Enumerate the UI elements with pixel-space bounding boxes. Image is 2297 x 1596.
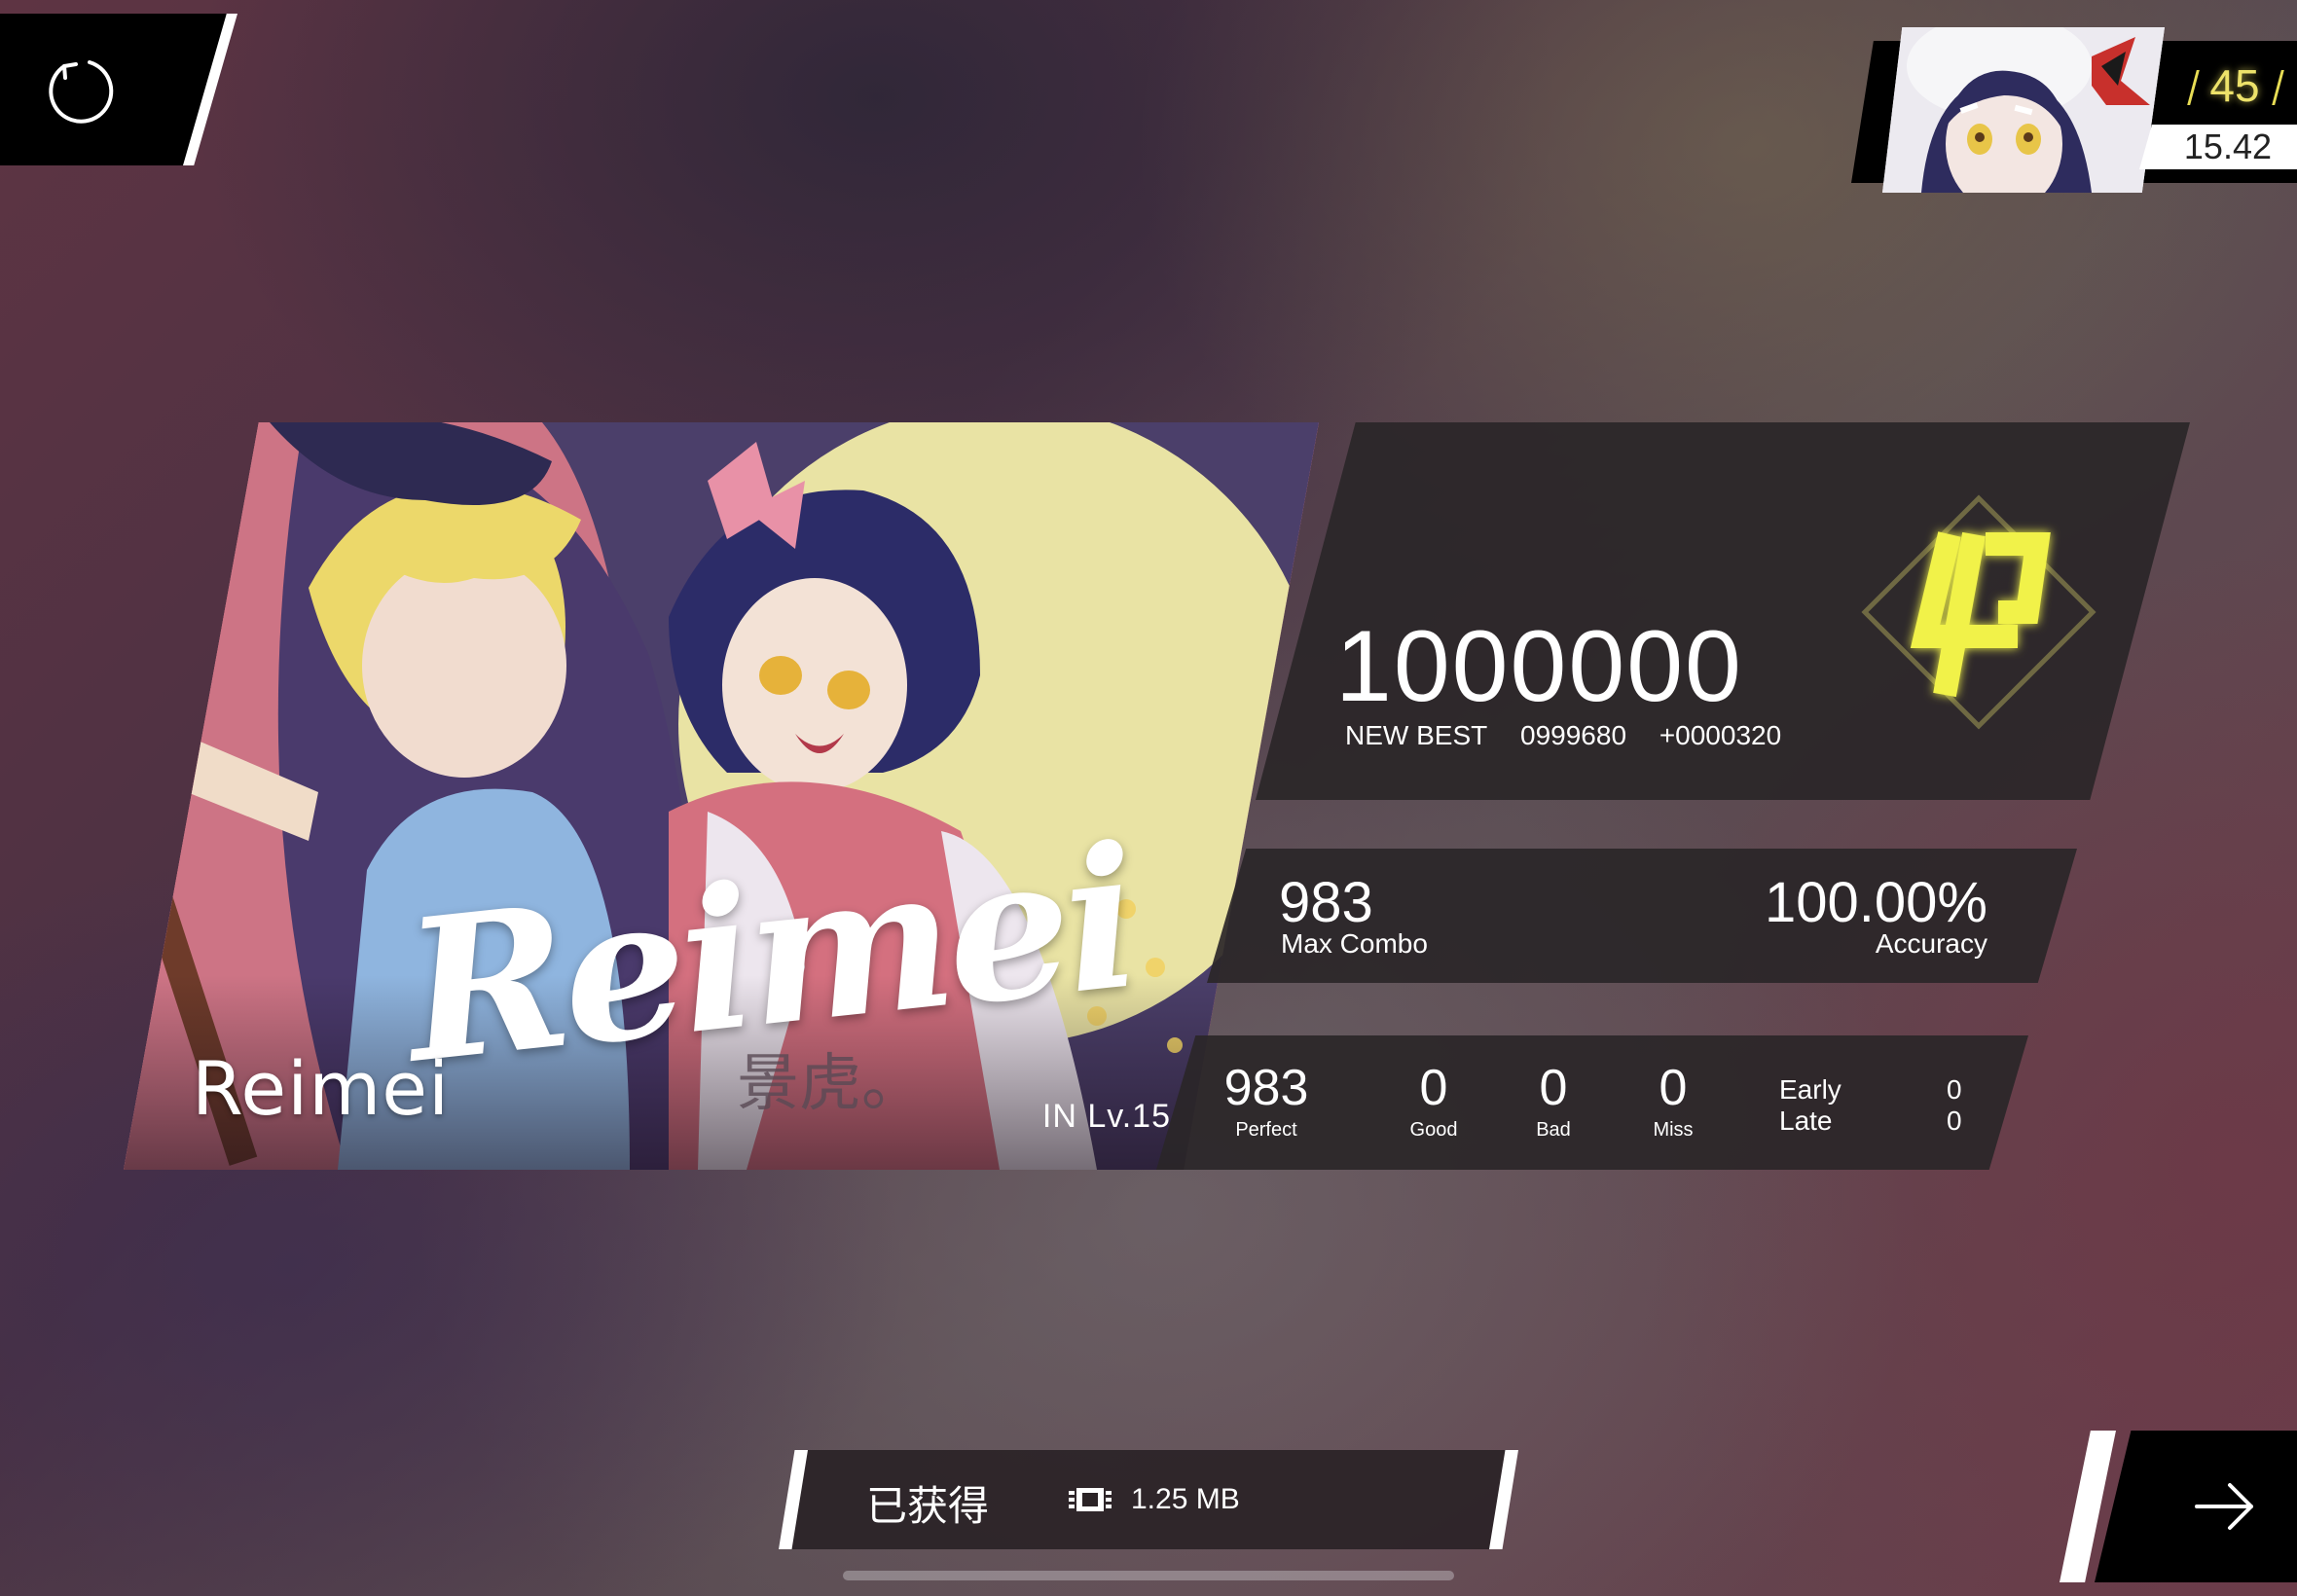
accuracy-value: 100.00%	[1765, 871, 1987, 934]
new-best-label: NEW BEST	[1345, 720, 1488, 750]
late-value: 0	[1947, 1106, 1962, 1136]
next-button[interactable]	[2095, 1431, 2297, 1582]
song-title: Reimei	[192, 1045, 451, 1132]
good-label: Good	[1409, 1119, 1458, 1141]
difficulty-label: IN Lv.15	[1041, 1098, 1171, 1135]
bad-count: 0	[1539, 1060, 1568, 1116]
score-details: NEW BEST 0999680 +0000320	[1345, 720, 1806, 751]
judgement-bad: 0 Bad	[1490, 1063, 1617, 1142]
retry-icon	[48, 60, 113, 124]
avatar-image	[1882, 27, 2165, 193]
good-count: 0	[1419, 1060, 1448, 1116]
max-combo-value: 983	[1279, 871, 1373, 934]
early-late-labels: Early Late	[1779, 1074, 1841, 1137]
reward-title: 已获得	[866, 1482, 990, 1530]
player-rks: 15.42	[2139, 125, 2297, 169]
score-value: 1000000	[1335, 610, 1743, 723]
miss-count: 0	[1659, 1060, 1688, 1116]
perfect-label: Perfect	[1235, 1119, 1297, 1141]
combo-panel: 983 Max Combo 100.00% Accuracy	[1207, 849, 2077, 983]
miss-label: Miss	[1653, 1119, 1694, 1141]
next-button-group[interactable]	[2060, 1431, 2297, 1582]
reward-bar: 已获得 1.25 MB	[779, 1450, 1518, 1549]
grade-phi-icon	[1861, 494, 2096, 730]
judgement-miss: 0 Miss	[1610, 1063, 1736, 1142]
perfect-count: 983	[1223, 1060, 1309, 1116]
retry-button-group[interactable]	[0, 14, 238, 165]
judgement-panel: 983 Perfect 0 Good 0 Bad 0 Miss Early La…	[1156, 1035, 2028, 1170]
accuracy-label: Accuracy	[1875, 928, 1987, 959]
score-panel: 1000000 NEW BEST 0999680 +0000320 φ	[1256, 422, 2190, 800]
avatar[interactable]	[1882, 27, 2165, 193]
early-value: 0	[1947, 1074, 1962, 1105]
reward-size: 1.25 MB	[1131, 1483, 1240, 1515]
chip-icon	[1069, 1488, 1112, 1511]
late-label: Late	[1779, 1106, 1833, 1136]
arrow-right-icon	[2195, 1483, 2253, 1530]
player-level: 45	[2172, 56, 2297, 115]
player-info[interactable]: 45 15.42	[1851, 27, 2297, 193]
score-delta: +0000320	[1659, 720, 1782, 750]
early-label: Early	[1779, 1074, 1841, 1105]
judgement-good: 0 Good	[1370, 1063, 1497, 1142]
home-indicator[interactable]	[843, 1571, 1454, 1580]
max-combo-label: Max Combo	[1281, 928, 1428, 959]
artist-signature: 景虎。	[737, 1048, 924, 1120]
previous-best: 0999680	[1520, 720, 1627, 750]
judgement-perfect: 983 Perfect	[1203, 1063, 1330, 1142]
song-card: Reimei 景虎。 Reimei IN Lv.15	[124, 422, 1319, 1170]
bad-label: Bad	[1536, 1119, 1571, 1141]
early-late-values: 0 0	[1947, 1074, 1962, 1137]
